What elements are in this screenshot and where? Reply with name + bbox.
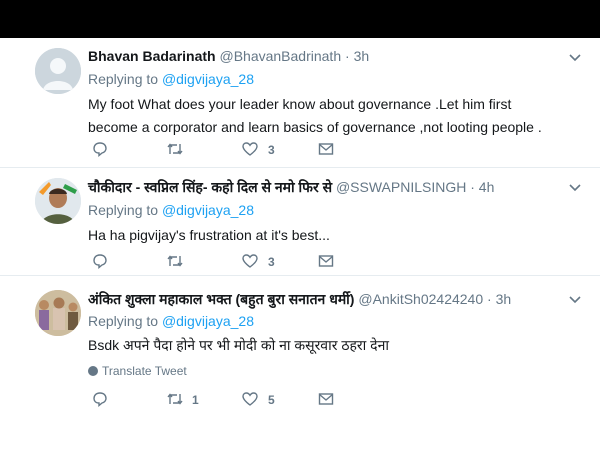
timestamp[interactable]: 3h bbox=[496, 291, 512, 307]
envelope-icon bbox=[318, 393, 334, 405]
separator: · bbox=[470, 179, 475, 195]
retweet-icon bbox=[167, 143, 183, 155]
retweet-count: 1 bbox=[192, 393, 199, 407]
avatar[interactable] bbox=[35, 48, 81, 94]
replying-to: Replying to @digvijaya_28 bbox=[88, 202, 254, 218]
envelope-icon bbox=[318, 143, 334, 155]
replying-to: Replying to @digvijaya_28 bbox=[88, 313, 254, 329]
translate-tweet-link[interactable]: Translate Tweet bbox=[88, 364, 187, 378]
timestamp[interactable]: 3h bbox=[354, 48, 370, 64]
default-avatar-icon bbox=[35, 48, 81, 94]
reply-icon bbox=[93, 142, 107, 157]
globe-icon bbox=[88, 366, 98, 376]
like-count: 3 bbox=[268, 255, 275, 269]
user-handle[interactable]: @SSWAPNILSINGH bbox=[336, 179, 466, 195]
user-handle[interactable]: @AnkitSh02424240 bbox=[358, 291, 483, 307]
timestamp[interactable]: 4h bbox=[479, 179, 495, 195]
display-name[interactable]: अंकित शुक्ला महाकाल भक्त (बहुत बुरा सनात… bbox=[88, 291, 354, 307]
like-count: 3 bbox=[268, 143, 275, 157]
chevron-down-icon[interactable] bbox=[568, 50, 582, 64]
translate-label: Translate Tweet bbox=[102, 364, 187, 378]
user-handle[interactable]: @BhavanBadrinath bbox=[219, 48, 341, 64]
chevron-down-icon[interactable] bbox=[568, 292, 582, 306]
tweet-replies-panel: Bhavan Badarinath @BhavanBadrinath · 3h … bbox=[0, 38, 600, 450]
mention-link[interactable]: @digvijaya_28 bbox=[162, 202, 254, 218]
mention-link[interactable]: @digvijaya_28 bbox=[162, 71, 254, 87]
retweet-icon bbox=[167, 255, 183, 267]
user-photo-icon bbox=[35, 178, 81, 224]
replying-to: Replying to @digvijaya_28 bbox=[88, 71, 254, 87]
tweet-item[interactable]: चौकीदार - स्वप्निल सिंह- कहो दिल से नमो … bbox=[0, 168, 600, 276]
retweet-icon bbox=[167, 393, 183, 405]
like-count: 5 bbox=[268, 393, 275, 407]
separator: · bbox=[487, 291, 492, 307]
tweet-text: Ha ha pigvijay's frustration at it's bes… bbox=[88, 227, 330, 243]
tweet-text: Bsdk अपने पैदा होने पर भी मोदी को ना कसू… bbox=[88, 337, 389, 353]
screenshot-frame: Bhavan Badarinath @BhavanBadrinath · 3h … bbox=[0, 0, 600, 450]
tweet-header: अंकित शुक्ला महाकाल भक्त (बहुत बुरा सनात… bbox=[88, 290, 511, 309]
heart-icon bbox=[242, 254, 258, 268]
reply-icon bbox=[93, 392, 107, 407]
avatar[interactable] bbox=[35, 290, 81, 336]
display-name[interactable]: चौकीदार - स्वप्निल सिंह- कहो दिल से नमो … bbox=[88, 179, 332, 195]
chevron-down-icon[interactable] bbox=[568, 180, 582, 194]
replying-to-label: Replying to bbox=[88, 71, 159, 87]
display-name[interactable]: Bhavan Badarinath bbox=[88, 48, 216, 64]
replying-to-label: Replying to bbox=[88, 313, 159, 329]
tweet-text: My foot What does your leader know about… bbox=[88, 96, 542, 135]
tweet-header: चौकीदार - स्वप्निल सिंह- कहो दिल से नमो … bbox=[88, 178, 494, 197]
heart-icon bbox=[242, 392, 258, 406]
avatar[interactable] bbox=[35, 178, 81, 224]
tweet-item[interactable]: अंकित शुक्ला महाकाल भक्त (बहुत बुरा सनात… bbox=[0, 276, 600, 450]
envelope-icon bbox=[318, 255, 334, 267]
tweet-item[interactable]: Bhavan Badarinath @BhavanBadrinath · 3h … bbox=[0, 38, 600, 168]
tweet-header: Bhavan Badarinath @BhavanBadrinath · 3h bbox=[88, 48, 369, 64]
mention-link[interactable]: @digvijaya_28 bbox=[162, 313, 254, 329]
separator: · bbox=[345, 48, 350, 64]
replying-to-label: Replying to bbox=[88, 202, 159, 218]
reply-icon bbox=[93, 254, 107, 269]
user-photo-icon bbox=[35, 290, 81, 336]
heart-icon bbox=[242, 142, 258, 156]
